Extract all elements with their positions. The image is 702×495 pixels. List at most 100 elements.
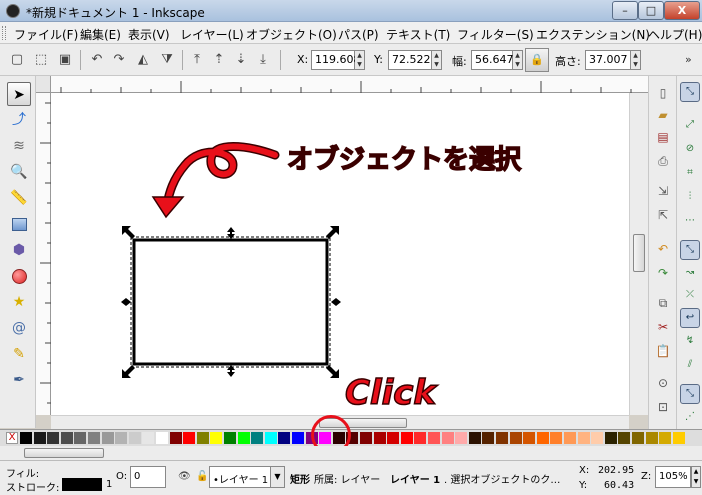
palette-swatch[interactable] (74, 432, 87, 444)
circle-tool-icon[interactable] (7, 264, 31, 288)
palette-swatch[interactable] (224, 432, 236, 444)
palette-swatch[interactable] (550, 432, 563, 444)
width-input[interactable]: 56.647 (471, 50, 514, 70)
redo-icon[interactable]: ↷ (654, 264, 672, 282)
zoom-tool-icon[interactable]: 🔍 (7, 160, 31, 184)
menu-extensions[interactable]: エクステンション(N) (536, 26, 650, 43)
flip-horizontal-icon[interactable]: ◭ (134, 51, 152, 69)
palette-swatch[interactable] (156, 432, 168, 444)
palette-swatch[interactable] (591, 432, 604, 444)
print-icon[interactable]: ⎙ (654, 152, 672, 170)
palette-swatch[interactable] (496, 432, 508, 444)
rectangle-tool-icon[interactable] (7, 212, 31, 236)
palette-swatch[interactable] (251, 432, 264, 444)
palette-swatch[interactable] (237, 432, 250, 444)
palette-swatch[interactable] (142, 432, 155, 444)
palette-swatch[interactable] (632, 432, 644, 444)
measure-tool-icon[interactable]: 📏 (7, 186, 31, 210)
snap-enable-icon[interactable]: ⤡ (680, 82, 700, 102)
palette-swatch[interactable] (523, 432, 536, 444)
tweak-tool-icon[interactable]: ≋ (7, 134, 31, 158)
raise-icon[interactable]: ⇡ (210, 51, 228, 69)
flip-vertical-icon[interactable]: ⧩ (158, 51, 176, 69)
horizontal-ruler[interactable] (51, 76, 648, 93)
drawing-canvas[interactable]: オブジェクトを選択 Click (51, 93, 629, 415)
snap-bbox-center-icon[interactable]: ⋯ (680, 212, 700, 232)
snap-bbox-edge-icon[interactable]: ⊘ (680, 140, 700, 160)
menu-text[interactable]: テキスト(T) (386, 26, 450, 43)
lock-proportions-button[interactable]: 🔒 (525, 48, 549, 72)
palette-swatch[interactable] (196, 432, 209, 444)
opacity-input[interactable]: 0 (130, 466, 166, 488)
palette-scroll-thumb[interactable] (24, 448, 104, 458)
palette-swatch[interactable] (659, 432, 672, 444)
open-file-icon[interactable]: ▰ (654, 106, 672, 124)
menu-file[interactable]: ファイル(F) (14, 26, 78, 43)
snap-smooth-nodes-icon[interactable]: ↯ (680, 332, 700, 352)
palette-swatch[interactable] (428, 432, 440, 444)
select-all-icon[interactable]: ▢ (8, 51, 26, 69)
menu-path[interactable]: パス(P) (338, 26, 379, 43)
raise-to-top-icon[interactable]: ⤒ (188, 51, 206, 69)
palette-swatch[interactable] (278, 432, 291, 444)
lower-icon[interactable]: ⇣ (232, 51, 250, 69)
snap-page-border-icon[interactable]: ⤡ (680, 384, 700, 404)
vertical-ruler[interactable] (36, 93, 51, 415)
zoom-drawing-icon[interactable]: ⊡ (654, 398, 672, 416)
spiral-tool-icon[interactable]: @ (7, 316, 31, 340)
select-all-layers-icon[interactable]: ⬚ (32, 51, 50, 69)
zoom-selection-icon[interactable]: ⊙ (654, 374, 672, 392)
palette-swatch[interactable] (400, 432, 413, 444)
palette-swatch[interactable] (264, 432, 277, 444)
palette-swatch[interactable] (88, 432, 100, 444)
new-document-icon[interactable]: ▯ (654, 84, 672, 102)
undo-icon[interactable]: ↶ (654, 240, 672, 258)
palette-swatch[interactable] (414, 432, 427, 444)
snap-nodes-icon[interactable]: ⤡ (680, 240, 700, 260)
height-spinner[interactable]: ▲ ▼ (631, 50, 641, 70)
paste-icon[interactable]: 📋 (654, 342, 672, 360)
export-icon[interactable]: ⇱ (654, 206, 672, 224)
palette-swatch[interactable] (101, 432, 114, 444)
palette-swatch[interactable] (47, 432, 60, 444)
pencil-tool-icon[interactable]: ✎ (7, 342, 31, 366)
rotate-ccw-icon[interactable]: ↶ (88, 51, 106, 69)
menu-filters[interactable]: フィルター(S) (457, 26, 534, 43)
layer-visibility-icon[interactable]: 👁 (178, 471, 191, 482)
palette-swatch[interactable] (536, 432, 549, 444)
palette-swatch[interactable] (564, 432, 576, 444)
lower-to-bottom-icon[interactable]: ⤓ (254, 51, 272, 69)
snap-bbox-corner-icon[interactable]: ⌗ (680, 164, 700, 184)
x-spinner[interactable]: ▲ ▼ (355, 50, 365, 70)
palette-swatch[interactable] (482, 432, 495, 444)
palette-swatch[interactable] (645, 432, 658, 444)
palette-swatch[interactable] (128, 432, 141, 444)
menu-edit[interactable]: 編集(E) (80, 26, 121, 43)
close-button[interactable]: X (664, 1, 700, 20)
palette-swatch[interactable] (183, 432, 196, 444)
height-input[interactable]: 37.007 (585, 50, 631, 70)
zoom-spinner[interactable]: ▲ ▼ (691, 466, 701, 488)
snap-grid-icon[interactable]: ⋰ (680, 408, 700, 428)
star-tool-icon[interactable]: ★ (7, 290, 31, 314)
3d-box-tool-icon[interactable]: ⬢ (7, 238, 31, 262)
maximize-button[interactable]: □ (638, 1, 664, 20)
y-input[interactable]: 72.522 (388, 50, 432, 70)
palette-swatch[interactable] (33, 432, 46, 444)
snap-bbox-midpoint-icon[interactable]: ⫶ (680, 188, 700, 208)
menu-view[interactable]: 表示(V) (128, 26, 170, 43)
snap-midpoints-icon[interactable]: ⫽ (680, 356, 700, 376)
palette-swatch[interactable] (115, 432, 128, 444)
selector-tool-icon[interactable]: ➤ (7, 82, 31, 106)
x-input[interactable]: 119.608 (311, 50, 361, 70)
vertical-scroll-thumb[interactable] (633, 234, 645, 272)
snap-path-icon[interactable]: ↝ (680, 264, 700, 284)
palette-swatch[interactable] (455, 432, 468, 444)
layer-lock-icon[interactable]: 🔓 (196, 471, 208, 482)
copy-icon[interactable]: ⧉ (654, 294, 672, 312)
palette-swatch[interactable] (441, 432, 454, 444)
palette-swatch[interactable] (604, 432, 617, 444)
palette-swatch[interactable] (468, 432, 481, 444)
palette-swatch[interactable] (387, 432, 400, 444)
menu-help[interactable]: ヘルプ(H) (648, 26, 702, 43)
